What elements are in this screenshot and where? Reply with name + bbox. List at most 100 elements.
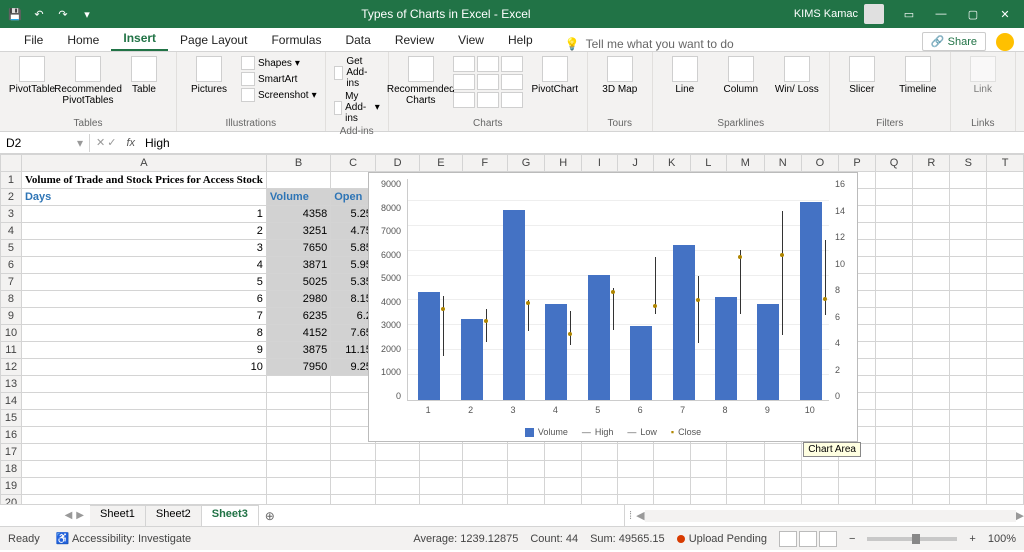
cell-H20[interactable] (545, 495, 582, 505)
cell-G17[interactable] (507, 444, 544, 461)
cell-S5[interactable] (950, 240, 987, 257)
cell-T6[interactable] (987, 257, 1024, 274)
qa-more-icon[interactable]: ▾ (76, 3, 98, 25)
worksheet[interactable]: ABCDEFGHIJKLMNOPQRST1Volume of Trade and… (0, 154, 1024, 504)
cell-F20[interactable] (462, 495, 507, 505)
cell-T8[interactable] (987, 291, 1024, 308)
cell-S13[interactable] (950, 376, 987, 393)
cell-N20[interactable] (764, 495, 801, 505)
row-header-13[interactable]: 13 (1, 376, 22, 393)
cell-Q17[interactable] (875, 444, 912, 461)
col-header-G[interactable]: G (507, 155, 544, 172)
tab-data[interactable]: Data (333, 29, 382, 51)
col-header-Q[interactable]: Q (875, 155, 912, 172)
cell-B11[interactable]: 3875 (266, 342, 330, 359)
cell-R8[interactable] (913, 291, 950, 308)
row-header-2[interactable]: 2 (1, 189, 22, 206)
cell-R19[interactable] (913, 478, 950, 495)
cell-A14[interactable] (21, 393, 266, 410)
cell-T19[interactable] (987, 478, 1024, 495)
name-box[interactable]: D2▾ (0, 134, 90, 152)
add-sheet-button[interactable]: ⊕ (259, 505, 281, 526)
cell-K18[interactable] (653, 461, 690, 478)
timeline-button[interactable]: Timeline (894, 56, 942, 95)
col-header-O[interactable]: O (801, 155, 838, 172)
cell-S3[interactable] (950, 206, 987, 223)
cell-B17[interactable] (266, 444, 330, 461)
cell-A20[interactable] (21, 495, 266, 505)
col-header-M[interactable]: M (727, 155, 765, 172)
cell-A12[interactable]: 10 (21, 359, 266, 376)
cell-E17[interactable] (420, 444, 462, 461)
cell-T1[interactable] (987, 172, 1024, 189)
cell-C20[interactable] (331, 495, 376, 505)
col-header-A[interactable]: A (21, 155, 266, 172)
col-header-B[interactable]: B (266, 155, 330, 172)
close-icon[interactable]: ✕ (990, 3, 1020, 25)
sheet-tab-2[interactable]: Sheet2 (146, 505, 202, 526)
col-header-H[interactable]: H (545, 155, 582, 172)
cell-B8[interactable]: 2980 (266, 291, 330, 308)
share-button[interactable]: 🔗 Share (922, 32, 986, 51)
cell-S16[interactable] (950, 427, 987, 444)
row-header-4[interactable]: 4 (1, 223, 22, 240)
tab-home[interactable]: Home (55, 29, 111, 51)
accept-formula-icon[interactable]: ✓ (107, 136, 116, 149)
cell-Q12[interactable] (875, 359, 912, 376)
cell-E18[interactable] (420, 461, 462, 478)
cell-R9[interactable] (913, 308, 950, 325)
table-button[interactable]: Table (120, 56, 168, 95)
cell-Q11[interactable] (875, 342, 912, 359)
zoom-in-button[interactable]: + (969, 533, 975, 545)
row-header-5[interactable]: 5 (1, 240, 22, 257)
sparkline-column-button[interactable]: Column (717, 56, 765, 95)
fx-icon[interactable]: fx (122, 137, 139, 149)
pivotchart-button[interactable]: PivotChart (531, 56, 579, 95)
cell-B3[interactable]: 4358 (266, 206, 330, 223)
cell-S10[interactable] (950, 325, 987, 342)
col-header-J[interactable]: J (617, 155, 653, 172)
sheet-tab-1[interactable]: Sheet1 (90, 505, 146, 526)
cell-R15[interactable] (913, 410, 950, 427)
cell-F19[interactable] (462, 478, 507, 495)
col-header-F[interactable]: F (462, 155, 507, 172)
cell-R6[interactable] (913, 257, 950, 274)
cell-G18[interactable] (507, 461, 544, 478)
cell-T4[interactable] (987, 223, 1024, 240)
cell-T18[interactable] (987, 461, 1024, 478)
tab-file[interactable]: File (12, 29, 55, 51)
cell-A8[interactable]: 6 (21, 291, 266, 308)
cell-Q7[interactable] (875, 274, 912, 291)
cell-C18[interactable] (331, 461, 376, 478)
cell-T20[interactable] (987, 495, 1024, 505)
cell-R7[interactable] (913, 274, 950, 291)
cell-Q15[interactable] (875, 410, 912, 427)
cell-O18[interactable] (801, 461, 838, 478)
cell-T17[interactable] (987, 444, 1024, 461)
cell-R18[interactable] (913, 461, 950, 478)
pictures-button[interactable]: Pictures (185, 56, 233, 95)
3d-map-button[interactable]: 3D Map (596, 56, 644, 95)
cell-C17[interactable] (331, 444, 376, 461)
cell-M18[interactable] (727, 461, 765, 478)
col-header-D[interactable]: D (375, 155, 419, 172)
cell-A13[interactable] (21, 376, 266, 393)
chart-gallery[interactable] (453, 56, 523, 108)
cell-Q13[interactable] (875, 376, 912, 393)
cell-Q3[interactable] (875, 206, 912, 223)
cell-J20[interactable] (617, 495, 653, 505)
cell-S15[interactable] (950, 410, 987, 427)
cell-B12[interactable]: 7950 (266, 359, 330, 376)
col-header-K[interactable]: K (653, 155, 690, 172)
cell-Q9[interactable] (875, 308, 912, 325)
cell-R12[interactable] (913, 359, 950, 376)
cell-D19[interactable] (375, 478, 419, 495)
tab-help[interactable]: Help (496, 29, 545, 51)
cell-S9[interactable] (950, 308, 987, 325)
cell-J17[interactable] (617, 444, 653, 461)
cell-K20[interactable] (653, 495, 690, 505)
cell-B5[interactable]: 7650 (266, 240, 330, 257)
row-header-1[interactable]: 1 (1, 172, 22, 189)
cell-A7[interactable]: 5 (21, 274, 266, 291)
cell-A17[interactable] (21, 444, 266, 461)
